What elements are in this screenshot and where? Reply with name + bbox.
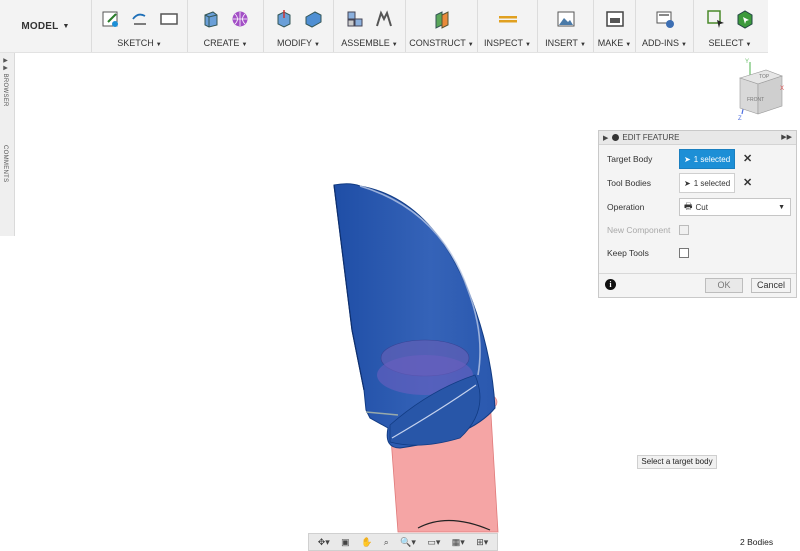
chevron-down-icon: ▼ <box>745 42 752 48</box>
cursor-arrow-icon: ➤ <box>684 178 691 188</box>
cut-operation-icon: 🖶 <box>684 201 693 211</box>
model-canvas[interactable] <box>300 180 530 535</box>
extrude-icon[interactable] <box>201 9 221 29</box>
viewcube[interactable]: TOP FRONT Y X Z <box>730 56 790 124</box>
chevron-down-icon: ▼ <box>681 42 687 48</box>
comments-label[interactable]: COMMENTS <box>2 145 8 182</box>
joint-icon[interactable] <box>374 9 394 29</box>
grid-settings-icon[interactable]: ▦▾ <box>452 537 465 548</box>
operation-select[interactable]: 🖶 Cut ▼ <box>679 198 791 216</box>
toolbar-group-construct: CONSTRUCT ▼ <box>406 0 478 52</box>
zoom-window-icon[interactable]: ⌕ <box>384 537 389 548</box>
chevron-down-icon: ▼ <box>579 42 586 48</box>
scripts-icon[interactable] <box>655 9 675 29</box>
sketch-icon[interactable] <box>101 9 121 29</box>
chevron-down-icon: ▼ <box>314 42 320 48</box>
fillet-icon[interactable] <box>303 9 323 29</box>
chevron-down-icon: ▼ <box>241 42 248 48</box>
fusion-workspace: MODEL ▼ SKETCH ▼ CREATE ▼ MODIFY ▼ ASSEM… <box>0 0 800 551</box>
clear-target-body-button[interactable]: ✕ <box>743 153 752 165</box>
toolbar-group-modify: MODIFY ▼ <box>264 0 334 52</box>
toolbar-group-insert: INSERT ▼ <box>538 0 594 52</box>
axis-x-label: X <box>780 86 784 92</box>
select-body-icon[interactable] <box>735 9 755 29</box>
display-settings-icon[interactable]: ▭▾ <box>427 537 440 548</box>
ok-button[interactable]: OK <box>705 278 743 293</box>
new-component-icon[interactable] <box>345 9 365 29</box>
body-count: 2 Bodies <box>740 537 774 547</box>
workspace-label: MODEL <box>21 20 59 32</box>
cancel-button[interactable]: Cancel <box>751 278 791 293</box>
toolbar-group-select: SELECT ▼ <box>694 0 766 52</box>
dialog-title: EDIT FEATURE <box>622 133 680 142</box>
toolbar-group-sketch: SKETCH ▼ <box>92 0 188 52</box>
browser-strip[interactable]: ▶▶ BROWSER COMMENTS <box>0 53 15 236</box>
toolbar-group-make: MAKE ▼ <box>594 0 636 52</box>
chevron-down-icon: ▼ <box>391 42 398 48</box>
print-icon[interactable] <box>605 9 625 29</box>
new-component-label: New Component <box>607 225 671 235</box>
measure-icon[interactable] <box>498 9 518 29</box>
chevron-down-icon: ▼ <box>62 22 70 30</box>
look-at-icon[interactable]: ▣ <box>341 537 350 548</box>
workspace-dropdown[interactable]: MODEL ▼ <box>0 0 92 52</box>
viewcube-front-label[interactable]: FRONT <box>747 97 764 103</box>
keep-tools-checkbox[interactable] <box>679 248 689 258</box>
operation-label: Operation <box>607 202 645 212</box>
toolbar-group-addins: ADD-INS ▼ <box>636 0 694 52</box>
dialog-header[interactable]: ▶ EDIT FEATURE ▶▶ <box>599 131 796 145</box>
target-body-label: Target Body <box>607 154 653 164</box>
expand-panel-icon[interactable]: ▶▶ <box>781 133 792 141</box>
chevron-down-icon: ▼ <box>467 42 474 48</box>
new-component-checkbox[interactable] <box>679 225 689 235</box>
edit-feature-dialog: ▶ EDIT FEATURE ▶▶ Target Body ➤ 1 select… <box>598 130 797 298</box>
offset-plane-icon[interactable] <box>432 9 452 29</box>
viewports-icon[interactable]: ⊞▾ <box>476 537 488 548</box>
info-icon[interactable]: i <box>605 279 616 290</box>
navigation-bar: ✥▾ ▣ ✋ ⌕ 🔍▾ ▭▾ ▦▾ ⊞▾ <box>308 533 498 551</box>
target-body-selector[interactable]: ➤ 1 selected <box>679 149 735 169</box>
toolbar-group-assemble: ASSEMBLE ▼ <box>334 0 406 52</box>
browser-toggle-label[interactable]: ▶▶ BROWSER <box>2 57 9 107</box>
tool-bodies-selector[interactable]: ➤ 1 selected <box>679 173 735 193</box>
chevron-down-icon: ▼ <box>525 42 531 48</box>
press-pull-icon[interactable] <box>274 9 294 29</box>
target-body[interactable] <box>333 183 496 449</box>
pan-icon[interactable]: ✋ <box>361 537 372 548</box>
chevron-down-icon: ▼ <box>625 42 632 48</box>
collapse-icon[interactable]: ▶ <box>603 134 608 142</box>
zoom-icon[interactable]: 🔍▾ <box>400 537 416 548</box>
viewcube-top-label[interactable]: TOP <box>759 74 770 80</box>
clear-tool-bodies-button[interactable]: ✕ <box>743 177 752 189</box>
sphere-icon[interactable] <box>230 9 250 29</box>
orbit-icon[interactable]: ✥▾ <box>318 537 330 548</box>
axis-y-label: Y <box>745 59 749 65</box>
keep-tools-label: Keep Tools <box>607 248 649 258</box>
selection-tooltip: Select a target body <box>637 455 717 469</box>
cursor-arrow-icon: ➤ <box>684 154 691 164</box>
status-dot-icon <box>612 134 620 141</box>
tool-bodies-label: Tool Bodies <box>607 178 651 188</box>
dialog-footer: i OK Cancel <box>599 273 796 297</box>
rectangle-icon[interactable] <box>159 9 179 29</box>
main-toolbar: MODEL ▼ SKETCH ▼ CREATE ▼ MODIFY ▼ ASSEM… <box>0 0 768 53</box>
expand-icon: ▶▶ <box>2 57 8 72</box>
chevron-down-icon: ▼ <box>778 203 785 211</box>
axis-z-label: Z <box>738 116 742 122</box>
insert-image-icon[interactable] <box>556 9 576 29</box>
toolbar-group-create: CREATE ▼ <box>188 0 264 52</box>
select-icon[interactable] <box>706 9 726 29</box>
line-icon[interactable] <box>130 9 150 29</box>
chevron-down-icon: ▼ <box>155 42 162 48</box>
toolbar-group-label: SKETCH ▼ <box>117 38 162 48</box>
toolbar-group-inspect: INSPECT ▼ <box>478 0 538 52</box>
